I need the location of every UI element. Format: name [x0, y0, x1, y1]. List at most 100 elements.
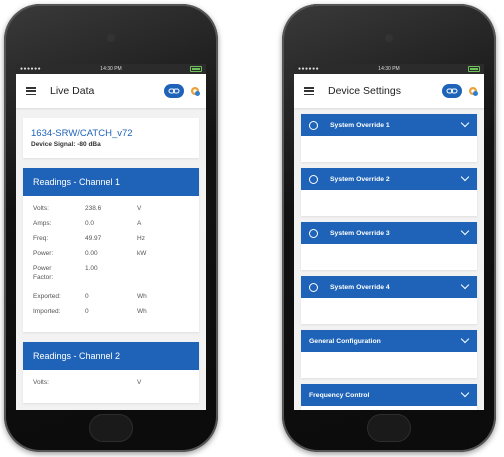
section-body	[301, 298, 477, 324]
menu-icon[interactable]	[26, 87, 36, 95]
reading-row: Volts: 238.6 V	[33, 204, 189, 213]
device-settings-screen: ●●●●●● 14:30 PM Device Settings System O…	[294, 64, 484, 410]
speaker	[385, 34, 393, 42]
settings-gear-icon[interactable]	[189, 85, 201, 97]
chevron-down-icon[interactable]	[460, 118, 470, 128]
section-system-override-1: System Override 1	[301, 114, 477, 162]
section-body	[301, 244, 477, 270]
status-bar: ●●●●●● 14:30 PM	[294, 64, 484, 74]
reading-label: Exported:	[33, 293, 61, 300]
section-label: System Override 2	[330, 175, 390, 183]
chevron-down-icon[interactable]	[460, 334, 470, 344]
reading-value	[85, 378, 137, 387]
reading-row: Volts: V	[33, 378, 189, 387]
reading-unit: V	[137, 205, 142, 212]
status-bar: ●●●●●● 14:30 PM	[16, 64, 206, 74]
section-label: System Override 3	[330, 229, 390, 237]
status-time: 14:30 PM	[378, 66, 400, 72]
phone-device-settings: ●●●●●● 14:30 PM Device Settings System O…	[282, 4, 496, 452]
reading-label: Volts:	[33, 379, 49, 386]
section-system-override-4: System Override 4	[301, 276, 477, 324]
reading-unit: Wh	[137, 293, 147, 300]
reading-row: Power: 0.00 kW	[33, 249, 189, 258]
section-header[interactable]: System Override 4	[301, 276, 477, 298]
radio-button[interactable]	[309, 120, 318, 130]
section-body	[301, 136, 477, 162]
menu-icon[interactable]	[304, 87, 314, 95]
page-title: Live Data	[50, 85, 95, 97]
reading-unit: A	[137, 220, 142, 227]
section-system-override-2: System Override 2	[301, 168, 477, 216]
link-icon	[168, 88, 180, 94]
section-header[interactable]: General Configuration	[301, 330, 477, 352]
reading-value: 238.6	[85, 205, 102, 212]
section-label: System Override 1	[330, 121, 390, 129]
section-body	[301, 406, 477, 410]
home-button[interactable]	[367, 414, 411, 442]
reading-unit: Wh	[137, 308, 147, 315]
section-label: System Override 4	[330, 283, 390, 291]
chevron-down-icon[interactable]	[460, 172, 470, 182]
phone-live-data: ●●●●●● 14:30 PM Live Data 1634-SRW/CATCH…	[4, 4, 218, 452]
page-title: Device Settings	[328, 85, 401, 97]
reading-value: 0.00	[85, 250, 98, 257]
device-name: 1634-SRW/CATCH_v72	[31, 128, 133, 139]
app-bar: Device Settings	[294, 74, 484, 108]
reading-label: Power Factor:	[33, 265, 54, 281]
reading-label: Amps:	[33, 220, 52, 227]
reading-value: 1.00	[85, 265, 98, 272]
channel-2-readings: Volts: V	[23, 370, 199, 403]
section-general-configuration: General Configuration	[301, 330, 477, 378]
reading-value: 0	[85, 293, 89, 300]
battery-icon	[468, 66, 480, 72]
section-header[interactable]: System Override 3	[301, 222, 477, 244]
channel-1-header[interactable]: Readings - Channel 1	[23, 168, 199, 196]
channel-2-header[interactable]: Readings - Channel 2	[23, 342, 199, 370]
reading-row: Power Factor: 1.00	[33, 264, 189, 282]
reading-unit	[137, 264, 189, 282]
reading-unit: Hz	[137, 235, 145, 242]
link-icon	[446, 88, 458, 94]
speaker	[107, 34, 115, 42]
section-label: General Configuration	[309, 337, 381, 345]
reading-row: Freq: 49.97 Hz	[33, 234, 189, 243]
section-header[interactable]: Frequency Control	[301, 384, 477, 406]
chevron-down-icon[interactable]	[460, 226, 470, 236]
section-header[interactable]: System Override 1	[301, 114, 477, 136]
reading-unit: V	[137, 379, 142, 386]
link-button[interactable]	[164, 84, 184, 98]
reading-value: 49.97	[85, 235, 102, 242]
chevron-down-icon[interactable]	[460, 388, 470, 398]
reading-row: Amps: 0.0 A	[33, 219, 189, 228]
home-button[interactable]	[89, 414, 133, 442]
channel-1-card: Readings - Channel 1 Volts: 238.6 V Amps: 0…	[23, 168, 199, 332]
reading-value: 0.0	[85, 220, 95, 227]
channel-2-card: Readings - Channel 2 Volts: V	[23, 342, 199, 403]
channel-1-readings: Volts: 238.6 V Amps: 0.0 A Freq: 49.97 Hz Powe…	[23, 196, 199, 332]
chevron-down-icon[interactable]	[460, 280, 470, 290]
link-button[interactable]	[442, 84, 462, 98]
radio-button[interactable]	[309, 282, 318, 292]
section-body	[301, 352, 477, 378]
live-data-screen: ●●●●●● 14:30 PM Live Data 1634-SRW/CATCH…	[16, 64, 206, 410]
section-label: Frequency Control	[309, 391, 370, 399]
status-time: 14:30 PM	[100, 66, 122, 72]
reading-label: Freq:	[33, 235, 49, 242]
settings-gear-icon[interactable]	[467, 85, 479, 97]
radio-button[interactable]	[309, 228, 318, 238]
reading-label: Imported:	[33, 308, 61, 315]
reading-label: Power:	[33, 250, 54, 257]
reading-label: Volts:	[33, 205, 49, 212]
reading-row: Exported: 0 Wh	[33, 292, 189, 301]
reading-value: 0	[85, 308, 89, 315]
radio-button[interactable]	[309, 174, 318, 184]
section-header[interactable]: System Override 2	[301, 168, 477, 190]
reading-unit: kW	[137, 250, 147, 257]
app-bar: Live Data	[16, 74, 206, 108]
device-signal: Device Signal: -80 dBa	[31, 141, 101, 148]
section-frequency-control: Frequency Control	[301, 384, 477, 410]
reading-row: Imported: 0 Wh	[33, 307, 189, 316]
section-body	[301, 190, 477, 216]
section-system-override-3: System Override 3	[301, 222, 477, 270]
device-card[interactable]: 1634-SRW/CATCH_v72 Device Signal: -80 dB…	[23, 118, 199, 158]
